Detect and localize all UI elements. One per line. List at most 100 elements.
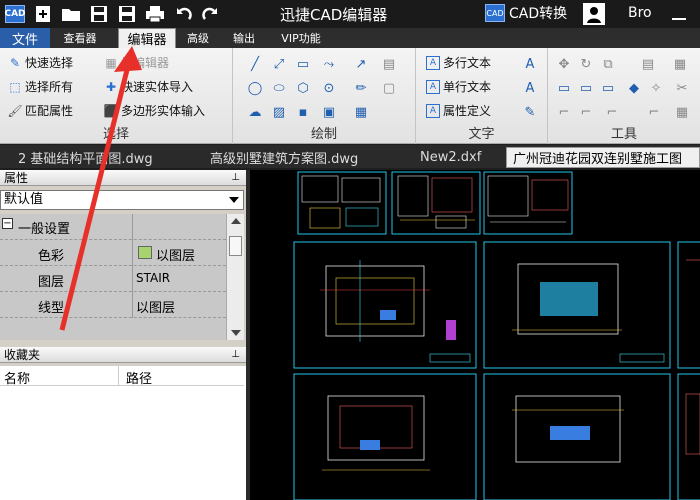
cad-convert-button[interactable]: CAD CAD转换 [485,3,567,23]
cad-convert-icon: CAD [485,4,505,22]
drawing-canvas[interactable] [246,170,700,500]
table-tool-icon[interactable]: ▦ [353,104,369,120]
quick-select-button[interactable]: ✎ 快速选择 [8,54,73,71]
offset-tool-icon[interactable]: ▭ [600,80,616,96]
rectangle-tool-icon[interactable]: ▭ [295,56,311,72]
drawing-sheet [483,241,671,369]
hatch-tool-icon[interactable]: ▤ [381,56,397,72]
cloud-tool-icon[interactable]: ☁ [247,104,263,120]
match-properties-button[interactable]: 🖌 匹配属性 [7,102,74,119]
move-tool-icon[interactable]: ✥ [556,56,572,72]
color-tool-icon[interactable]: ◆ [626,80,642,96]
ellipse-tool-icon[interactable]: ⬭ [271,80,287,96]
save-as-button[interactable] [116,3,138,25]
property-row-linetype[interactable]: 线型 以图层 [0,292,226,318]
print-button[interactable] [144,3,166,25]
property-row-color[interactable]: 色彩 以图层 [0,240,226,266]
tab-output[interactable]: 输出 [224,28,264,48]
explode-tool-icon[interactable]: ✧ [648,80,664,96]
fillet-tool-icon[interactable]: ⌐ [556,104,572,120]
property-row-layer[interactable]: 图层 STAIR [0,266,226,292]
tab-file[interactable]: 文件 [0,28,50,48]
redo-icon [202,7,217,20]
donut-tool-icon[interactable]: ⊙ [321,80,337,96]
chamfer-tool-icon[interactable]: ⌐ [578,104,594,120]
app-menu-button[interactable]: CAD [4,3,26,25]
drawing-sheet [297,171,387,235]
document-tabs: 2 基础结构平面图.dwg 高级别墅建筑方案图.dwg New2.dxf 广州冠… [0,145,700,168]
open-folder-button[interactable] [60,3,82,25]
extend-tool-icon[interactable]: ▭ [578,80,594,96]
minimize-icon[interactable] [672,4,686,20]
pencil-tool-icon[interactable]: ✏ [353,80,369,96]
doc-tab-3[interactable]: New2.dxf [420,147,481,168]
property-key: 线型 [38,301,65,316]
arc-tool-icon[interactable]: ↗ [353,56,369,72]
pin-icon[interactable]: ⊥ [231,347,240,363]
redo-button[interactable] [200,3,222,25]
tab-vip[interactable]: VIP功能 [272,28,330,48]
save-button[interactable] [88,3,110,25]
ribbon-group-draw: ╱ ⤢ ▭ ⤳ ↗ ▤ ◯ ⬭ ⬡ ⊙ ✏ ▢ ☁ ▨ ▪ ▣ ▦ 绘制 [233,48,416,144]
layer-tool-icon[interactable]: ▤ [640,56,656,72]
doc-tab-2[interactable]: 高级别墅建筑方案图.dwg [210,147,358,168]
circle-tool-icon[interactable]: ◯ [247,80,263,96]
ribbon-panel: ✎ 快速选择 ⬚ 选择所有 🖌 匹配属性 ▦ 块编辑器 ✚ 快速实体导入 ⬛ 多… [0,48,700,144]
region-tool-icon[interactable]: ▢ [381,80,397,96]
poly-solid-input-button[interactable]: ⬛ 多边形实体输入 [104,102,205,119]
attribute-definition-button[interactable]: A 属性定义 [426,102,491,119]
window-title: 迅捷CAD编辑器 [280,6,388,24]
import-solids-button[interactable]: ✚ 快速实体导入 [104,78,193,95]
cad-convert-label: CAD转换 [509,6,568,22]
text-style-icon[interactable]: A [522,56,538,72]
polygon-tool-icon[interactable]: ⬡ [295,80,311,96]
spline-tool-icon[interactable]: ⤳ [321,56,337,72]
point-tool-icon[interactable]: ▪ [295,104,311,120]
text-edit-icon[interactable]: A [522,80,538,96]
trim-tool-icon[interactable]: ▭ [556,80,572,96]
column-path[interactable]: 路径 [126,368,152,387]
properties-tool-icon[interactable]: ▦ [672,56,688,72]
property-section[interactable]: − 一般设置 [0,214,226,240]
select-group-label: 选择 [102,127,129,142]
tab-viewer[interactable]: 查看器 [52,28,108,48]
column-divider [132,214,133,240]
tab-editor[interactable]: 编辑器 [118,28,176,48]
polyline-tool-icon[interactable]: ⤢ [271,56,287,72]
break-tool-icon[interactable]: ⌐ [604,104,620,120]
rotate-tool-icon[interactable]: ↻ [578,56,594,72]
scroll-up-icon[interactable] [231,218,241,224]
text-find-icon[interactable]: ✎ [522,104,538,120]
gradient-tool-icon[interactable]: ▨ [271,104,287,120]
mtext-button[interactable]: A 多行文本 [426,54,491,71]
doc-tab-1[interactable]: 2 基础结构平面图.dwg [18,147,153,168]
column-divider [132,240,133,266]
tab-advanced[interactable]: 高级 [178,28,218,48]
scroll-down-icon[interactable] [231,330,241,336]
line-tool-icon[interactable]: ╱ [247,56,263,72]
stext-button[interactable]: A 单行文本 [426,78,491,95]
user-name[interactable]: Bro [628,5,652,21]
image-tool-icon[interactable]: ▣ [321,104,337,120]
doc-tab-4[interactable]: 广州冠迪花园双连别墅施工图 [506,147,700,168]
property-scrollbar[interactable] [226,214,244,340]
undo-button[interactable] [172,3,194,25]
new-file-button[interactable] [32,3,54,25]
pin-icon[interactable]: ⊥ [231,170,240,186]
column-divider [132,292,133,318]
properties-title: 属性 [4,171,29,185]
column-name[interactable]: 名称 [4,368,30,387]
select-all-button[interactable]: ⬚ 选择所有 [8,78,73,95]
stretch-tool-icon[interactable]: ✂ [674,80,690,96]
join-tool-icon[interactable]: ⌐ [646,104,662,120]
scale-tool-icon[interactable]: ▦ [674,104,690,120]
properties-dropdown[interactable]: 默认值 [0,190,244,210]
block-editor-button[interactable]: ▦ 块编辑器 [104,54,169,71]
collapse-icon[interactable]: − [2,218,13,229]
ribbon-group-text: A 多行文本 A 单行文本 A 属性定义 A A ✎ 文字 [416,48,548,144]
copy-tool-icon[interactable]: ⧉ [600,56,616,72]
scroll-thumb[interactable] [229,236,242,256]
properties-dropdown-value: 默认值 [4,192,44,207]
match-properties-label: 匹配属性 [25,104,74,118]
user-avatar[interactable] [583,3,605,25]
